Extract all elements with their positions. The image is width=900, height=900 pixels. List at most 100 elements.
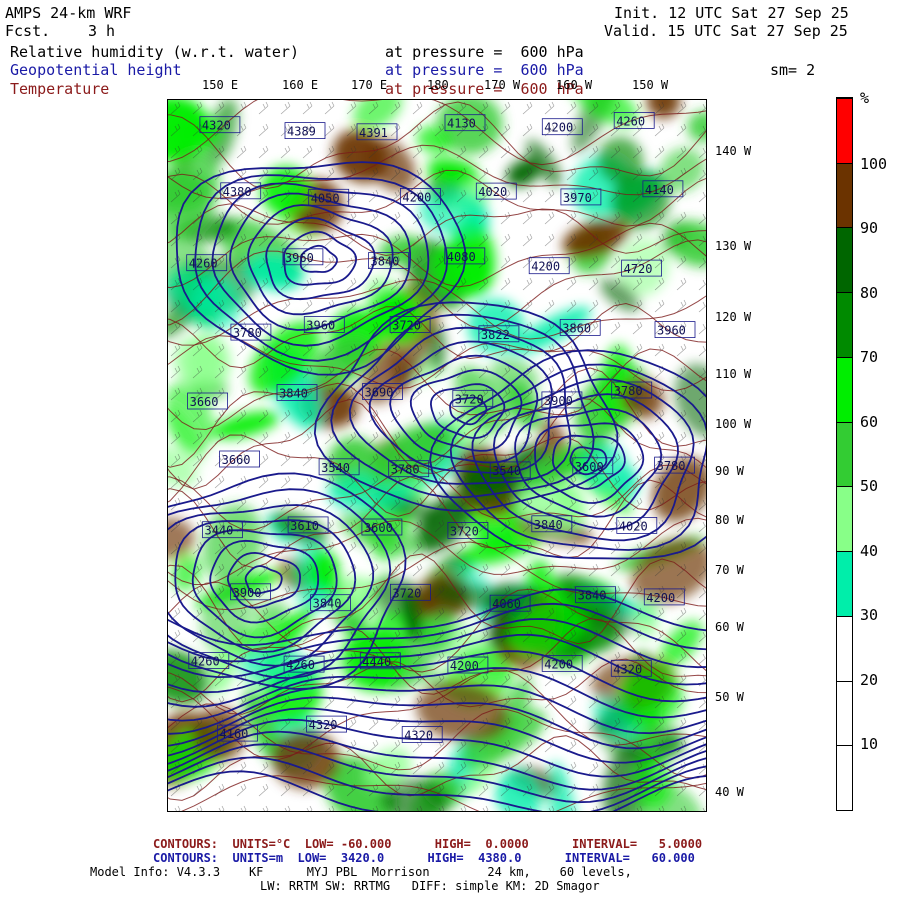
lat-label-80w: 80 W <box>715 513 744 527</box>
svg-text:3840: 3840 <box>534 518 563 532</box>
svg-text:3540: 3540 <box>492 464 521 478</box>
svg-text:3540: 3540 <box>321 461 350 475</box>
colorbar-label-80: 80 <box>860 284 879 302</box>
forecast-value: 3 h <box>88 22 116 40</box>
forecast-label: Fcst. <box>5 22 51 40</box>
lat-label-120w: 120 W <box>715 310 752 324</box>
svg-text:4320: 4320 <box>613 662 642 676</box>
svg-text:3600: 3600 <box>364 521 393 535</box>
svg-text:4260: 4260 <box>189 257 218 271</box>
svg-text:3860: 3860 <box>562 321 591 335</box>
colorbar-label-60: 60 <box>860 413 879 431</box>
svg-text:3660: 3660 <box>190 395 219 409</box>
svg-text:3720: 3720 <box>392 586 421 600</box>
svg-text:4389: 4389 <box>287 125 316 139</box>
svg-text:3822: 3822 <box>481 328 510 342</box>
svg-text:3970: 3970 <box>563 191 592 205</box>
svg-text:4380: 4380 <box>223 185 252 199</box>
model-info-line-1: Model Info: V4.3.3 KF MYJ PBL Morrison 2… <box>90 865 632 879</box>
lon-label-180: 180 <box>427 78 449 92</box>
svg-text:4200: 4200 <box>544 121 573 135</box>
field-height-level: at pressure = 600 hPa <box>385 61 584 79</box>
colorbar-label-70: 70 <box>860 348 879 366</box>
svg-text:4320: 4320 <box>309 718 338 732</box>
svg-text:4200: 4200 <box>544 657 573 671</box>
svg-text:4391: 4391 <box>359 126 388 140</box>
colorbar-label-30: 30 <box>860 606 879 624</box>
lat-label-140w: 140 W <box>715 144 752 158</box>
field-rh-name: Relative humidity (w.r.t. water) <box>10 43 299 61</box>
colorbar-segment <box>837 292 852 357</box>
colorbar-segment <box>837 421 852 487</box>
lat-label-50w: 50 W <box>715 690 744 704</box>
lat-label-90w: 90 W <box>715 464 744 478</box>
colorbar-segment <box>837 615 852 681</box>
svg-text:4050: 4050 <box>311 191 340 205</box>
svg-text:4320: 4320 <box>404 729 433 743</box>
field-rh-level: at pressure = 600 hPa <box>385 43 584 61</box>
lat-label-60w: 60 W <box>715 620 744 634</box>
colorbar-segment <box>837 227 852 293</box>
height-contour-info: CONTOURS: UNITS=m LOW= 3420.0 HIGH= 4380… <box>153 851 695 865</box>
colorbar-label-10: 10 <box>860 735 879 753</box>
svg-text:4020: 4020 <box>478 185 507 199</box>
colorbar-segment <box>837 745 852 810</box>
lat-label-40w: 40 W <box>715 785 744 799</box>
valid-time: Valid. 15 UTC Sat 27 Sep 25 <box>604 22 848 40</box>
temp-contour-info: CONTOURS: UNITS=°C LOW= -60.000 HIGH= 0.… <box>153 837 703 851</box>
colorbar-label-90: 90 <box>860 219 879 237</box>
svg-text:4160: 4160 <box>220 727 249 741</box>
lat-label-100w: 100 W <box>715 417 752 431</box>
svg-text:4200: 4200 <box>450 659 479 673</box>
svg-text:4200: 4200 <box>646 591 675 605</box>
svg-text:3720: 3720 <box>450 524 479 538</box>
svg-text:3780: 3780 <box>614 384 643 398</box>
colorbar-segment <box>837 356 852 422</box>
lon-label-150e: 150 E <box>202 78 239 92</box>
colorbar-unit: % <box>860 89 870 107</box>
lon-label-170e: 170 E <box>351 78 388 92</box>
svg-text:3780: 3780 <box>391 463 420 477</box>
model-title: AMPS 24-km WRF <box>5 4 132 22</box>
colorbar-label-50: 50 <box>860 477 879 495</box>
svg-text:4020: 4020 <box>619 519 648 533</box>
svg-text:3720: 3720 <box>455 392 484 406</box>
field-temp-name: Temperature <box>10 80 110 98</box>
svg-text:4260: 4260 <box>616 114 645 128</box>
svg-text:3600: 3600 <box>575 460 604 474</box>
svg-text:4200: 4200 <box>531 260 560 274</box>
colorbar-segment <box>837 162 852 228</box>
svg-text:4720: 4720 <box>624 262 653 276</box>
svg-text:3660: 3660 <box>222 453 251 467</box>
svg-text:4200: 4200 <box>402 190 431 204</box>
model-info-line-2: LW: RRTM SW: RRTMG DIFF: simple KM: 2D S… <box>260 879 600 893</box>
svg-text:4140: 4140 <box>645 183 674 197</box>
svg-text:3440: 3440 <box>205 524 234 538</box>
svg-text:4260: 4260 <box>191 655 220 669</box>
colorbar-segment <box>837 680 852 746</box>
colorbar-label-20: 20 <box>860 671 879 689</box>
smoothing-label: sm= 2 <box>770 61 816 79</box>
svg-text:3900: 3900 <box>544 394 573 408</box>
svg-text:3690: 3690 <box>365 386 394 400</box>
lon-label-160w: 160 W <box>556 78 593 92</box>
field-height-name: Geopotential height <box>10 61 182 79</box>
svg-text:3960: 3960 <box>285 251 314 265</box>
lon-label-160e: 160 E <box>282 78 319 92</box>
svg-text:3840: 3840 <box>313 597 342 611</box>
svg-text:3960: 3960 <box>306 319 335 333</box>
svg-text:3840: 3840 <box>578 589 607 603</box>
svg-text:4130: 4130 <box>447 117 476 131</box>
svg-text:3960: 3960 <box>657 324 686 338</box>
lon-label-150w: 150 W <box>632 78 669 92</box>
colorbar-segment <box>837 551 852 616</box>
svg-text:3900: 3900 <box>233 586 262 600</box>
rh-height-temperature-map: 4320 4389 4391 4130 4200 4260 4380 4050 4200 4020… <box>168 100 706 811</box>
humidity-colorbar <box>836 97 853 811</box>
init-time: Init. 12 UTC Sat 27 Sep 25 <box>614 4 849 22</box>
lat-label-70w: 70 W <box>715 563 744 577</box>
svg-text:3780: 3780 <box>233 326 262 340</box>
svg-text:4060: 4060 <box>492 597 521 611</box>
colorbar-label-40: 40 <box>860 542 879 560</box>
svg-text:3840: 3840 <box>371 255 400 269</box>
